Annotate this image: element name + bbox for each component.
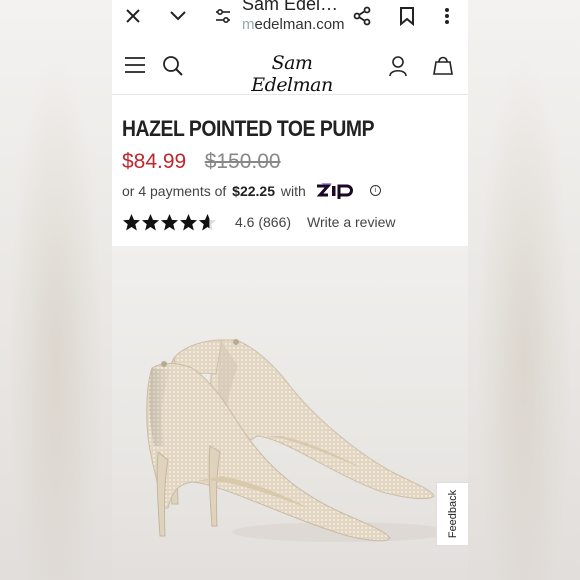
installment-prefix: or 4 payments of	[122, 182, 227, 199]
tune-icon[interactable]	[210, 4, 236, 28]
account-icon[interactable]	[388, 55, 408, 82]
write-review-link[interactable]: Write a review	[307, 214, 395, 230]
bookmark-icon[interactable]	[394, 4, 420, 28]
chevron-down-icon[interactable]	[165, 4, 191, 28]
product-title: HAZEL POINTED TOE PUMP	[122, 116, 375, 141]
rating-count[interactable]: 4.6 (866)	[235, 214, 291, 230]
star-icon-partial	[198, 213, 217, 230]
info-icon[interactable]: i	[369, 185, 381, 197]
site-header: Sam Edelman	[112, 42, 468, 96]
bag-icon[interactable]	[432, 54, 454, 81]
star-icon	[122, 213, 141, 230]
browser-toolbar: Sam Edel… medelman.com	[112, 0, 468, 43]
sale-price: $84.99	[122, 150, 187, 173]
pump-shoes-illustration	[146, 339, 452, 542]
menu-icon[interactable]	[124, 56, 146, 79]
background-blur-left	[0, 0, 112, 580]
star-icon	[141, 213, 160, 230]
search-icon[interactable]	[162, 55, 184, 82]
original-price: $150.00	[204, 150, 281, 173]
installment-row: or 4 payments of $22.25 with i	[122, 180, 381, 201]
installment-with: with	[280, 182, 306, 199]
brand-logo[interactable]: Sam Edelman	[242, 52, 342, 96]
feedback-tab[interactable]: Feedback	[436, 482, 468, 546]
zip-logo[interactable]	[314, 180, 362, 201]
product-image[interactable]	[112, 246, 468, 580]
phone-screen: Sam Edel… medelman.com Sam Edelman HAZEL…	[112, 0, 468, 580]
rating-row[interactable]: 4.6 (866) Write a review	[122, 210, 395, 234]
close-icon[interactable]	[120, 4, 146, 28]
price-row: $84.99 $150.00	[122, 150, 281, 178]
installment-amount: $22.25	[232, 182, 275, 199]
star-icon	[179, 213, 198, 230]
star-icon	[160, 213, 179, 230]
more-vert-icon[interactable]	[434, 4, 460, 28]
background-blur-right	[468, 0, 580, 580]
star-rating	[122, 213, 217, 232]
share-icon[interactable]	[349, 4, 375, 28]
